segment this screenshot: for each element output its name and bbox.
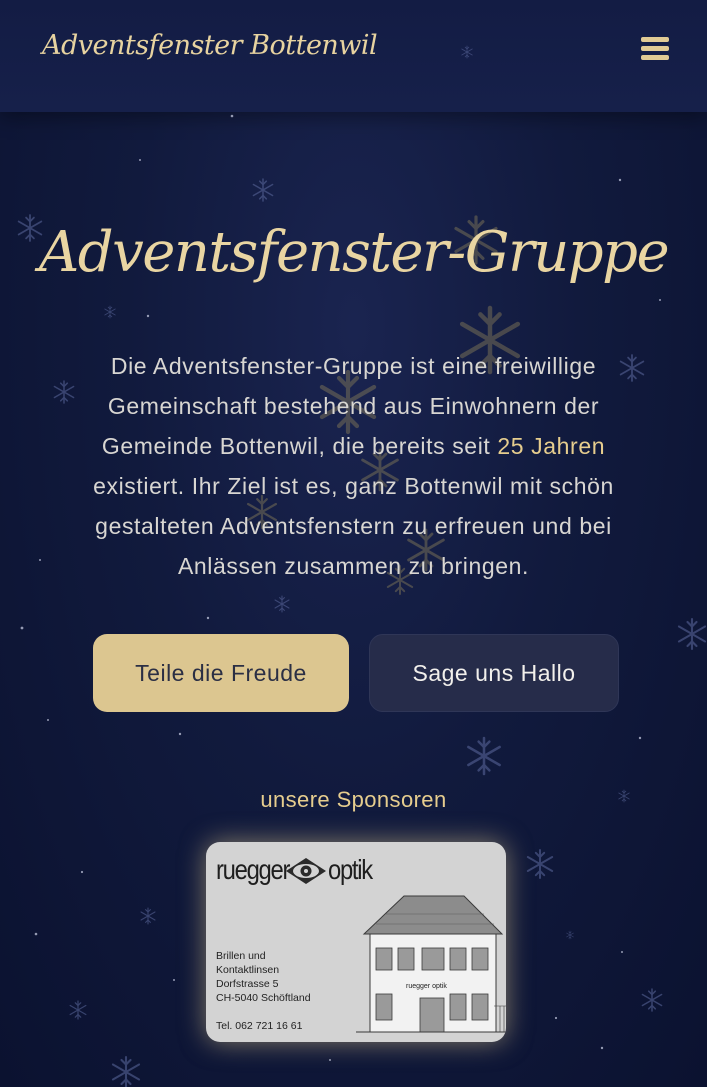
sponsor-phone: Tel. 062 721 16 61 [216, 1020, 303, 1032]
sponsor-line-1: Brillen und [216, 950, 266, 962]
intro-text: Die Adventsfenster-Gruppe ist eine freiw… [80, 346, 627, 586]
share-joy-button[interactable]: Teile die Freude [93, 634, 349, 712]
sponsor-name-left: ruegger [216, 854, 290, 885]
intro-text-part: existiert. Ihr Ziel ist es, ganz Bottenw… [93, 473, 614, 579]
shop-building-illustration: ruegger optik [356, 895, 506, 1033]
sponsor-city: CH-5040 Schöftland [216, 992, 311, 1004]
years-highlight: 25 Jahren [497, 433, 606, 459]
eye-logo-icon [286, 858, 326, 884]
sponsors-heading: unsere Sponsoren [260, 787, 447, 812]
say-hello-button[interactable]: Sage uns Hallo [369, 634, 619, 712]
sponsor-card-ruegger-optik[interactable]: ruegger optik Brillen und Kontaktlinsen … [206, 842, 506, 1042]
building-sign: ruegger optik [406, 983, 447, 990]
page-title: Adventsfenster-Gruppe [38, 220, 670, 285]
sponsor-line-2: Kontaktlinsen [216, 964, 280, 976]
sponsor-address: Dorfstrasse 5 [216, 978, 279, 990]
sponsor-name-right: optik [328, 854, 373, 885]
